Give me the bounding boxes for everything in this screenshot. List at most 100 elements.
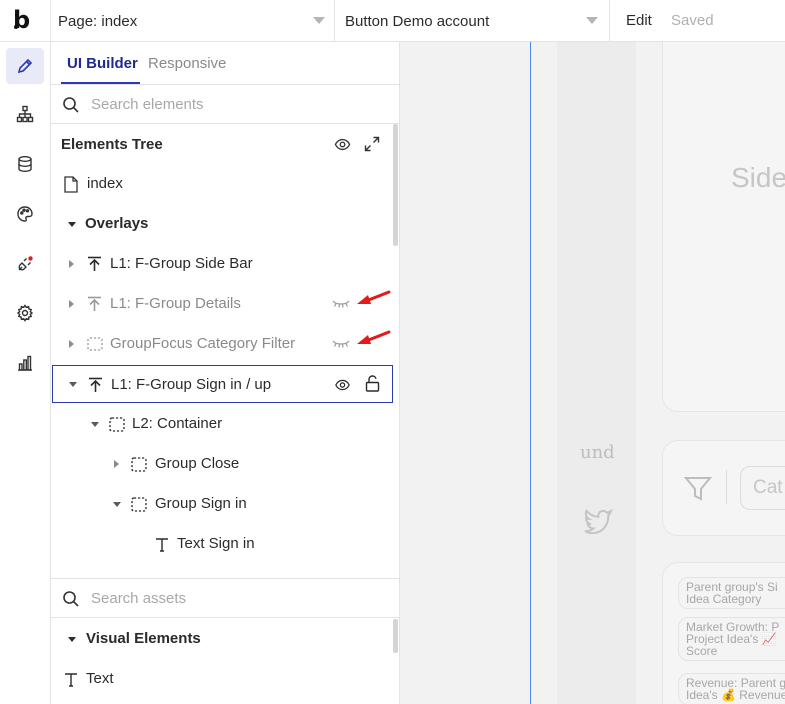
elements-panel: UI Builder Responsive Search elements El…: [51, 42, 400, 704]
category-select-text: Cat: [753, 477, 783, 498]
canvas-sidebar-column: [557, 42, 636, 704]
group-icon: [87, 337, 103, 351]
tree-item-side-bar[interactable]: L1: F-Group Side Bar: [51, 244, 394, 284]
palette-icon: [17, 206, 33, 222]
tree-item-overlays[interactable]: Overlays: [51, 204, 394, 244]
asset-item-label: Text: [86, 670, 114, 687]
page-canvas[interactable]: Side und Cat Parent group's Si Idea Cate…: [400, 42, 785, 704]
canvas-chip[interactable]: Revenue: Parent g Idea's 💰 Revenue: [678, 673, 785, 704]
eye-icon[interactable]: [334, 377, 351, 393]
gear-icon: [16, 304, 34, 322]
tree-item-label: GroupFocus Category Filter: [110, 335, 296, 352]
styles-tab[interactable]: [6, 196, 44, 232]
database-icon: [18, 156, 32, 173]
twitter-icon[interactable]: [583, 508, 613, 534]
chevron-down-icon: [586, 17, 598, 24]
app-select-value: Button Demo account: [345, 12, 490, 30]
caret-right-icon[interactable]: [69, 260, 74, 268]
tab-ui-builder[interactable]: UI Builder: [67, 55, 138, 72]
tree-item-label: Group Sign in: [155, 495, 247, 512]
top-bar: b Page: index Button Demo account Edit S…: [0, 0, 785, 42]
caret-down-icon[interactable]: [113, 502, 121, 507]
search-icon: [63, 591, 79, 607]
text-icon: [65, 673, 77, 687]
canvas-side-card[interactable]: [662, 42, 785, 412]
logo-dot: [14, 25, 18, 29]
logs-tab[interactable]: [6, 345, 44, 381]
search-elements-placeholder: Search elements: [91, 95, 204, 113]
logo-letter: b: [13, 6, 31, 34]
unlock-icon[interactable]: [365, 375, 380, 392]
tree-item-container[interactable]: L2: Container: [51, 404, 394, 444]
tree-item-label: index: [87, 175, 123, 192]
group-icon: [109, 417, 125, 432]
sitemap-icon: [16, 105, 34, 123]
annotation-arrow-icon: [357, 290, 391, 304]
eye-icon[interactable]: [334, 136, 351, 153]
canvas-chip[interactable]: Parent group's Si Idea Category: [678, 577, 785, 609]
design-tab[interactable]: [6, 48, 44, 84]
filter-divider: [726, 470, 727, 504]
canvas-und-text: und: [580, 442, 615, 463]
page-icon: [64, 176, 78, 193]
tree-item-label: Overlays: [85, 215, 149, 232]
search-assets[interactable]: Search assets: [51, 578, 400, 618]
tree-item-group-sign-in[interactable]: Group Sign in: [51, 484, 394, 524]
caret-down-icon[interactable]: [91, 422, 99, 427]
left-rail: [0, 42, 51, 704]
tree-item-label: Text Sign in: [177, 535, 255, 552]
settings-tab[interactable]: [6, 295, 44, 331]
tree-item-category-filter[interactable]: GroupFocus Category Filter: [51, 324, 394, 364]
tree-item-label: Group Close: [155, 455, 240, 472]
filter-icon[interactable]: [684, 476, 712, 502]
caret-down-icon[interactable]: [69, 382, 77, 387]
page-select-value: Page: index: [58, 12, 138, 30]
search-icon: [63, 97, 79, 113]
tree-item-label: L1: F-Group Sign in / up: [111, 376, 272, 393]
floating-group-icon: [89, 377, 102, 392]
tree-item-text-sign-in[interactable]: Text Sign in: [51, 524, 394, 564]
chevron-down-icon: [313, 17, 325, 24]
pencil-icon: [17, 58, 33, 74]
structure-tab[interactable]: [6, 96, 44, 132]
visual-elements-title: Visual Elements: [86, 630, 201, 647]
topbar-divider: [609, 0, 610, 42]
tree-item-index[interactable]: index: [51, 164, 394, 204]
bar-chart-icon: [18, 355, 32, 371]
tree-item-label: L1: F-Group Side Bar: [110, 255, 253, 272]
page-select[interactable]: Page: index: [58, 0, 334, 42]
tree-item-group-close[interactable]: Group Close: [51, 444, 394, 484]
plugins-tab[interactable]: [6, 246, 44, 282]
canvas-page-boundary: [530, 42, 531, 704]
elements-tree-title: Elements Tree: [61, 136, 163, 153]
tree-item-label: L1: F-Group Details: [110, 295, 241, 312]
eye-closed-icon[interactable]: [332, 339, 350, 349]
floating-group-icon: [88, 256, 101, 271]
tab-responsive[interactable]: Responsive: [148, 55, 226, 72]
saved-status: Saved: [671, 12, 714, 29]
canvas-chip[interactable]: Market Growth: P Project Idea's 📈 Score: [678, 617, 785, 661]
caret-right-icon[interactable]: [69, 340, 74, 348]
floating-group-icon: [88, 296, 101, 311]
group-icon: [131, 497, 147, 512]
app-select[interactable]: Button Demo account: [345, 0, 609, 42]
caret-right-icon[interactable]: [114, 460, 119, 468]
caret-down-icon[interactable]: [68, 222, 76, 227]
visual-elements-section[interactable]: Visual Elements: [51, 619, 394, 659]
bubble-logo[interactable]: b: [13, 8, 39, 34]
plug-icon: [18, 256, 33, 271]
canvas-side-text: Side: [731, 162, 785, 193]
eye-closed-icon[interactable]: [332, 299, 350, 309]
expand-icon[interactable]: [364, 136, 380, 152]
panel-tabs: UI Builder Responsive: [51, 42, 400, 84]
text-icon: [156, 538, 168, 552]
tree-item-details[interactable]: L1: F-Group Details: [51, 284, 394, 324]
edit-menu[interactable]: Edit: [626, 12, 652, 29]
search-elements[interactable]: Search elements: [51, 84, 400, 124]
caret-down-icon[interactable]: [68, 637, 76, 642]
asset-item-text[interactable]: Text: [51, 659, 394, 699]
topbar-divider: [50, 0, 51, 42]
data-tab[interactable]: [6, 146, 44, 182]
tree-item-sign-in-up[interactable]: L1: F-Group Sign in / up: [52, 365, 393, 403]
caret-right-icon[interactable]: [69, 300, 74, 308]
